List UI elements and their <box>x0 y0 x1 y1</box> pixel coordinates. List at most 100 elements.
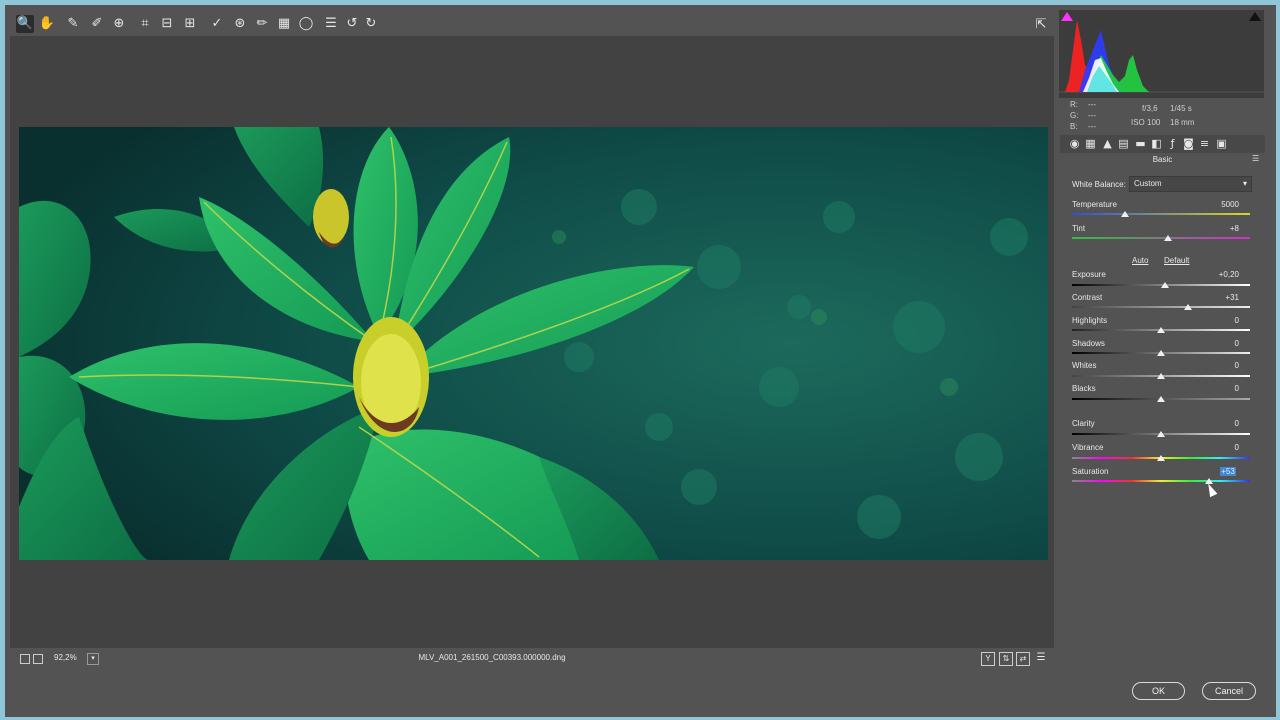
blacks-value[interactable]: 0 <box>1199 384 1239 393</box>
saturation-value[interactable]: +53 <box>1220 467 1236 476</box>
white-balance-value: Custom <box>1134 179 1162 188</box>
tint-slider-thumb[interactable] <box>1164 235 1173 241</box>
lens-corrections-tab-icon[interactable]: ◧ <box>1150 137 1163 150</box>
preferences-icon[interactable]: ☰ <box>322 15 340 33</box>
histogram <box>1059 10 1264 98</box>
highlight-clipping-icon[interactable] <box>1249 12 1261 21</box>
clarity-label: Clarity <box>1072 419 1095 428</box>
red-eye-tool-icon[interactable]: ⊛ <box>231 15 249 33</box>
white-balance-select[interactable]: Custom ▾ <box>1129 176 1252 192</box>
copy-settings-icon[interactable]: ⇄ <box>1016 652 1030 666</box>
dialog-footer <box>5 670 1276 712</box>
photo-preview[interactable] <box>19 127 1048 560</box>
contrast-label: Contrast <box>1072 293 1103 302</box>
white-balance-label: White Balance: <box>1072 180 1126 189</box>
contrast-slider-track[interactable] <box>1072 306 1250 308</box>
clarity-value[interactable]: 0 <box>1199 419 1239 428</box>
aperture-readout: f/3,6 <box>1142 104 1158 113</box>
panel-title: Basic <box>1152 155 1173 164</box>
vibrance-value[interactable]: 0 <box>1199 443 1239 452</box>
whites-value[interactable]: 0 <box>1199 361 1239 370</box>
hand-tool-icon[interactable]: ✋ <box>38 15 56 33</box>
panel-menu-icon[interactable]: ☰ <box>1252 154 1261 163</box>
r-label: R: <box>1070 100 1078 109</box>
white-balance-tool-icon[interactable]: ✎ <box>64 15 82 33</box>
basic-tab-icon[interactable]: ◉ <box>1068 137 1081 150</box>
exposure-label: Exposure <box>1072 270 1106 279</box>
saturation-label: Saturation <box>1072 467 1109 476</box>
photo-image <box>19 127 1048 560</box>
radial-filter-icon[interactable]: ◯ <box>297 15 315 33</box>
temperature-label: Temperature <box>1072 200 1117 209</box>
fullscreen-toggle-icon[interactable]: ⇱ <box>1032 16 1050 34</box>
b-value: --- <box>1088 122 1096 131</box>
swap-settings-icon[interactable]: ⇅ <box>999 652 1013 666</box>
iso-readout: ISO 100 <box>1131 118 1161 127</box>
tone-curve-tab-icon[interactable]: ▦ <box>1084 137 1097 150</box>
camera-calibration-tab-icon[interactable]: ◙ <box>1182 137 1195 150</box>
exposure-slider-thumb[interactable] <box>1160 282 1169 288</box>
auto-link[interactable]: Auto <box>1132 256 1148 265</box>
shutter-readout: 1/45 s <box>1170 104 1192 113</box>
targeted-adjustment-tool-icon[interactable]: ⊕ <box>110 15 128 33</box>
blacks-slider-thumb[interactable] <box>1157 396 1165 402</box>
split-toning-tab-icon[interactable]: ▬ <box>1134 137 1147 150</box>
whites-slider-thumb[interactable] <box>1157 373 1165 379</box>
shadows-slider-thumb[interactable] <box>1157 350 1165 356</box>
view-settings-icon[interactable]: ☰ <box>1034 652 1048 664</box>
g-value: --- <box>1088 111 1096 120</box>
rotate-right-icon[interactable]: ↻ <box>362 15 380 33</box>
tint-label: Tint <box>1072 224 1086 233</box>
contrast-value[interactable]: +31 <box>1199 293 1239 302</box>
adjustment-brush-icon[interactable]: ✏ <box>253 15 271 33</box>
exposure-value[interactable]: +0,20 <box>1199 270 1239 279</box>
temperature-value[interactable]: 5000 <box>1199 200 1239 209</box>
hsl-tab-icon[interactable]: ▤ <box>1117 137 1130 150</box>
presets-tab-icon[interactable]: ≡ <box>1198 137 1211 150</box>
detail-tab-icon[interactable]: ▲ <box>1101 137 1114 150</box>
vibrance-slider-thumb[interactable] <box>1157 455 1165 461</box>
ok-button[interactable]: OK <box>1132 682 1185 700</box>
graduated-filter-icon[interactable]: ▦ <box>275 15 293 33</box>
g-label: G: <box>1070 111 1079 120</box>
zoom-level[interactable]: 92,2% <box>54 653 77 662</box>
shadows-label: Shadows <box>1072 339 1105 348</box>
whites-label: Whites <box>1072 361 1097 370</box>
status-bar: 92,2% ▾ MLV_A001_261500_C00393.000000.dn… <box>10 648 1054 670</box>
tint-value[interactable]: +8 <box>1199 224 1239 233</box>
highlights-value[interactable]: 0 <box>1199 316 1239 325</box>
snapshots-tab-icon[interactable]: ▣ <box>1215 137 1228 150</box>
default-link[interactable]: Default <box>1164 256 1189 265</box>
cancel-button[interactable]: Cancel <box>1202 682 1256 700</box>
r-value: --- <box>1088 100 1096 109</box>
blacks-label: Blacks <box>1072 384 1096 393</box>
shadow-clipping-icon[interactable] <box>1061 12 1073 21</box>
zoom-out-icon[interactable] <box>20 654 30 664</box>
clarity-slider-thumb[interactable] <box>1157 431 1165 437</box>
effects-tab-icon[interactable]: ƒ <box>1166 137 1179 150</box>
color-sampler-tool-icon[interactable]: ✐ <box>88 15 106 33</box>
shadows-value[interactable]: 0 <box>1199 339 1239 348</box>
rotate-left-icon[interactable]: ↺ <box>343 15 361 33</box>
temperature-slider-track[interactable] <box>1072 213 1250 215</box>
temperature-slider-thumb[interactable] <box>1121 211 1130 217</box>
highlights-slider-thumb[interactable] <box>1157 327 1165 333</box>
b-label: B: <box>1070 122 1078 131</box>
filename-label: MLV_A001_261500_C00393.000000.dng <box>418 653 566 662</box>
contrast-slider-thumb[interactable] <box>1183 304 1192 310</box>
transform-tool-icon[interactable]: ⊞ <box>181 15 199 33</box>
zoom-in-icon[interactable] <box>33 654 43 664</box>
chevron-down-icon: ▾ <box>1242 179 1247 188</box>
zoom-tool-icon[interactable]: 🔍 <box>16 15 34 33</box>
focal-length-readout: 18 mm <box>1170 118 1195 127</box>
tint-slider-track[interactable] <box>1072 237 1250 239</box>
straighten-tool-icon[interactable]: ⊟ <box>158 15 176 33</box>
vibrance-label: Vibrance <box>1072 443 1104 452</box>
panel-tabs: ◉ ▦ ▲ ▤ ▬ ◧ ƒ ◙ ≡ ▣ <box>1060 135 1265 153</box>
crop-tool-icon[interactable]: ⌗ <box>136 15 154 33</box>
zoom-dropdown-icon[interactable]: ▾ <box>87 653 99 665</box>
spot-removal-tool-icon[interactable]: ✓ <box>208 15 226 33</box>
highlights-label: Highlights <box>1072 316 1108 325</box>
before-after-icon[interactable]: Y <box>981 652 995 666</box>
saturation-slider-track[interactable] <box>1072 480 1250 482</box>
